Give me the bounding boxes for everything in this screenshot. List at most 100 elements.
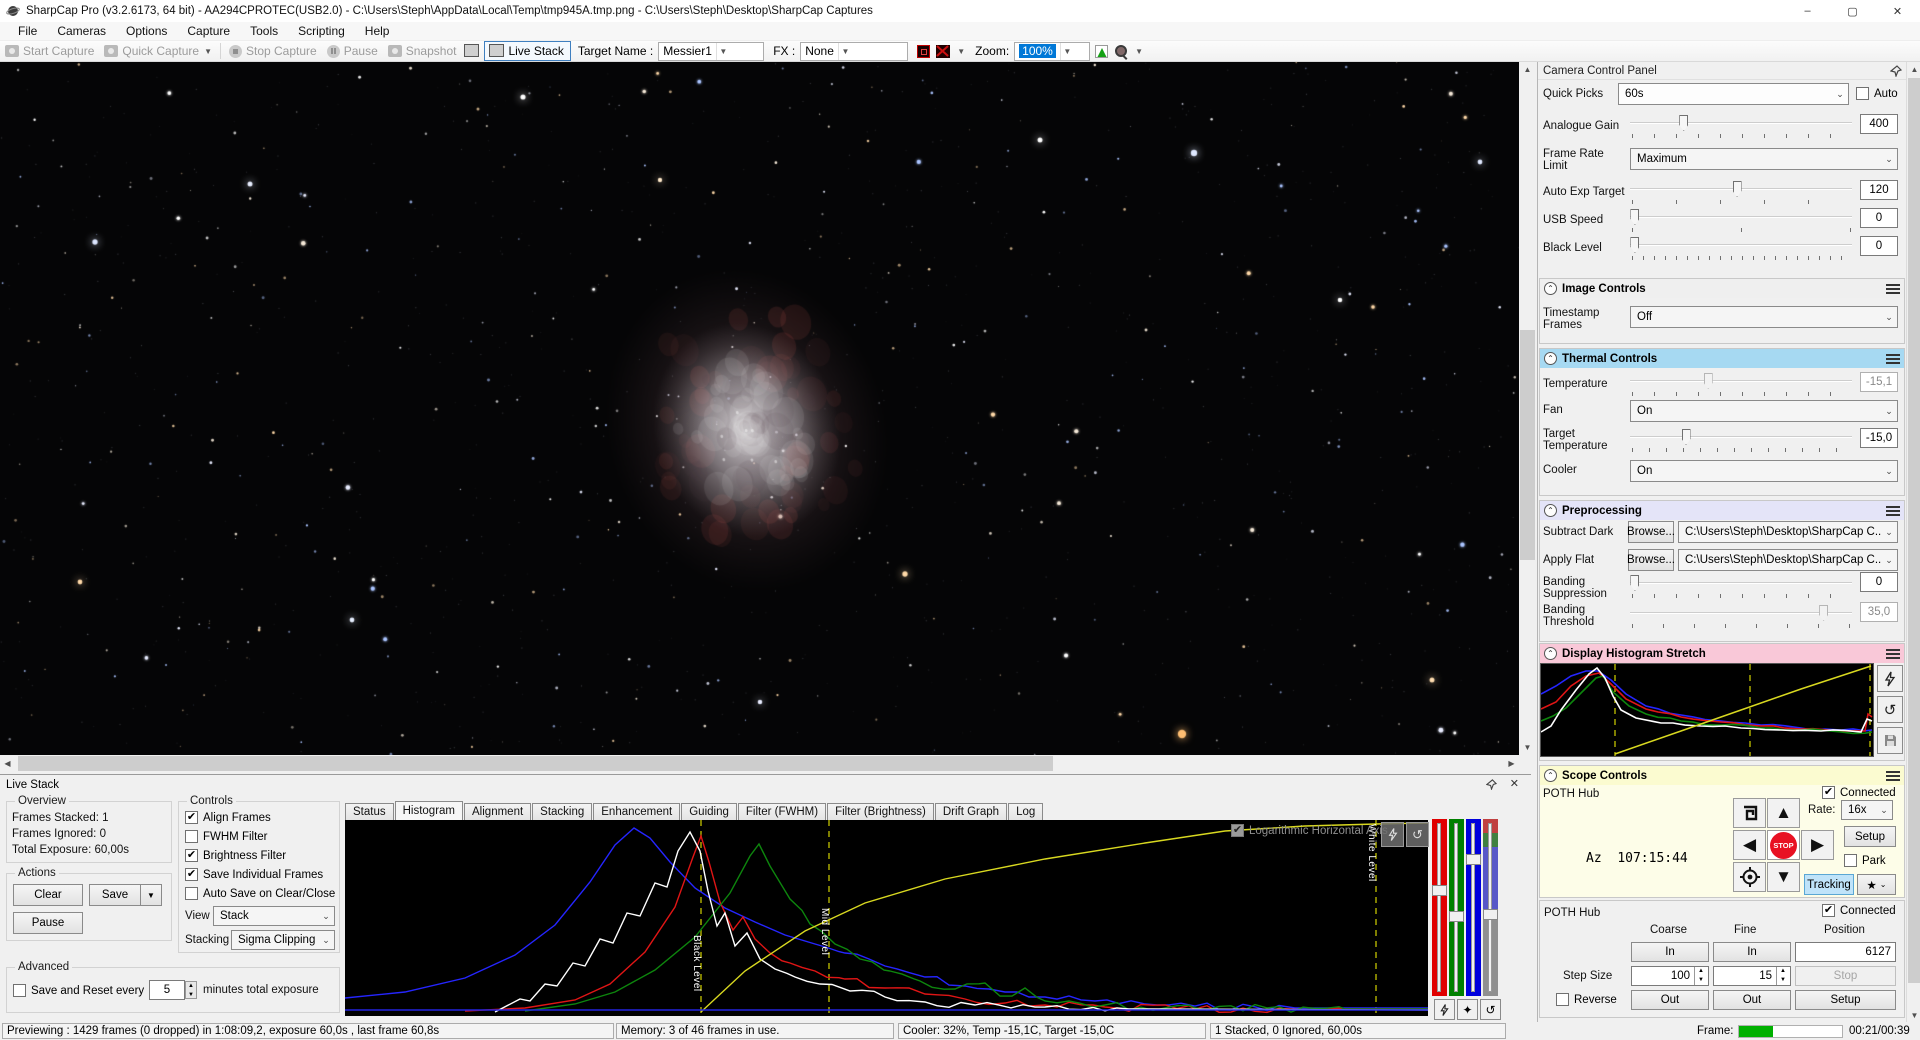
menu-file[interactable]: File	[8, 22, 47, 40]
browse-dark-button[interactable]: Browse...	[1627, 521, 1675, 543]
collapse-icon[interactable]: ⌃	[1544, 769, 1557, 782]
stop-capture-button[interactable]: Stop Capture	[224, 41, 322, 61]
browse-flat-button[interactable]: Browse...	[1627, 549, 1675, 571]
log-axis-row[interactable]: Logarithmic Horizontal Axis	[1231, 824, 1388, 837]
align-frames-row[interactable]: Align Frames	[185, 811, 271, 824]
live-stack-button[interactable]: Live Stack	[484, 41, 571, 61]
menu-help[interactable]: Help	[355, 22, 400, 40]
combined-level-thumb[interactable]	[1483, 909, 1498, 920]
section-menu-icon[interactable]	[1886, 283, 1900, 294]
combined-level-slider[interactable]	[1483, 819, 1498, 996]
spiral-search-button[interactable]	[1733, 798, 1766, 828]
dark-path-combo[interactable]: C:\Users\Steph\Desktop\SharpCap C... ⌄	[1678, 521, 1898, 543]
section-menu-icon[interactable]	[1886, 353, 1900, 364]
fine-out-button[interactable]: Out	[1713, 990, 1791, 1010]
slider-thumb[interactable]	[1630, 209, 1640, 225]
scope-connected-checkbox[interactable]	[1822, 786, 1835, 799]
rate-combo[interactable]: 16x ⌄	[1841, 800, 1893, 820]
image-vertical-scrollbar[interactable]: ▲ ▼	[1519, 62, 1536, 755]
reverse-checkbox[interactable]	[1556, 993, 1569, 1006]
coarse-step-updown[interactable]: ▲ ▼	[1694, 967, 1707, 985]
pin-icon[interactable]	[1486, 779, 1497, 790]
slew-up-button[interactable]: ▲	[1767, 798, 1800, 828]
coarse-out-button[interactable]: Out	[1631, 990, 1709, 1010]
coarse-in-button[interactable]: In	[1631, 942, 1709, 962]
panel-scrollbar[interactable]: ▲ ▼	[1906, 62, 1920, 1022]
image-controls-header[interactable]: ⌃ Image Controls	[1540, 279, 1904, 298]
section-menu-icon[interactable]	[1886, 505, 1900, 516]
slider-thumb[interactable]	[1630, 575, 1640, 591]
cooler-combo[interactable]: On ⌄	[1630, 460, 1898, 482]
scroll-down-icon[interactable]: ▼	[1519, 740, 1536, 755]
panel-scroll-thumb[interactable]	[1908, 78, 1920, 983]
clear-button[interactable]: Clear	[13, 884, 83, 906]
slew-down-button[interactable]: ▼	[1767, 862, 1800, 892]
save-individual-row[interactable]: Save Individual Frames	[185, 868, 323, 881]
save-reset-checkbox[interactable]	[13, 984, 26, 997]
minimize-button[interactable]: –	[1785, 0, 1830, 22]
auto-save-row[interactable]: Auto Save on Clear/Close	[185, 887, 335, 900]
collapse-icon[interactable]: ⌃	[1544, 352, 1557, 365]
menu-capture[interactable]: Capture	[177, 22, 240, 40]
close-panel-icon[interactable]: ✕	[1510, 777, 1519, 790]
target-center-button[interactable]	[1733, 862, 1766, 892]
tab-filter-fwhm[interactable]: Filter (FWHM)	[737, 803, 827, 820]
section-menu-icon[interactable]	[1886, 770, 1900, 781]
display-histogram-stretch-header[interactable]: ⌃ Display Histogram Stretch	[1540, 644, 1904, 663]
histogram-icon[interactable]	[1095, 44, 1109, 58]
slew-left-button[interactable]: ◀	[1733, 830, 1766, 860]
save-dropdown-button[interactable]: ▼	[140, 884, 162, 906]
tab-guiding[interactable]: Guiding	[681, 803, 737, 820]
histogram-stretch-graph[interactable]	[1540, 663, 1874, 757]
pause-stack-button[interactable]: Pause	[13, 912, 83, 934]
thermal-controls-header[interactable]: ⌃ Thermal Controls	[1540, 349, 1904, 368]
tab-alignment[interactable]: Alignment	[464, 803, 532, 820]
auto-stretch-button[interactable]	[1877, 665, 1903, 692]
slider-thumb[interactable]	[1679, 115, 1689, 131]
menu-scripting[interactable]: Scripting	[288, 22, 355, 40]
reset-stretch-button[interactable]: ↺	[1877, 696, 1903, 723]
scroll-left-icon[interactable]: ◀	[0, 755, 15, 772]
collapse-icon[interactable]: ⌃	[1544, 647, 1557, 660]
usb-speed-slider[interactable]	[1630, 208, 1852, 228]
stack-histogram[interactable]: Black Level Mid Level White Level Logari…	[344, 820, 1429, 1016]
focuser-setup-button[interactable]: Setup	[1795, 990, 1896, 1010]
clear-overlay-icon[interactable]	[936, 44, 951, 58]
green-level-slider[interactable]	[1449, 819, 1464, 996]
start-capture-button[interactable]: Start Capture	[0, 41, 99, 61]
tab-stacking[interactable]: Stacking	[532, 803, 593, 820]
fwhm-filter-checkbox[interactable]	[185, 830, 198, 843]
quick-picks-combo[interactable]: 60s ⌄	[1618, 83, 1849, 105]
maximize-button[interactable]: ▢	[1830, 0, 1875, 22]
folder-monitor-button[interactable]	[461, 41, 484, 61]
save-stretch-button[interactable]	[1877, 727, 1903, 754]
main-image-viewport[interactable]	[0, 62, 1519, 755]
slew-right-button[interactable]: ▶	[1801, 830, 1834, 860]
position-field[interactable]: 6127	[1795, 942, 1896, 962]
red-level-slider[interactable]	[1432, 819, 1447, 996]
brightness-filter-checkbox[interactable]	[185, 849, 198, 862]
red-level-thumb[interactable]	[1432, 885, 1447, 896]
black-level-value[interactable]: 0	[1860, 236, 1898, 256]
green-level-thumb[interactable]	[1449, 911, 1464, 922]
pause-button[interactable]: Pause	[322, 41, 383, 61]
auto-exp-slider[interactable]	[1630, 180, 1852, 200]
snapshot-button[interactable]: Snapshot	[383, 41, 462, 61]
save-button[interactable]: Save	[89, 884, 141, 906]
section-menu-icon[interactable]	[1886, 648, 1900, 659]
slider-thumb[interactable]	[1732, 181, 1742, 197]
banding-suppression-slider[interactable]	[1630, 574, 1852, 594]
scroll-down-icon[interactable]: ▼	[1907, 1008, 1920, 1022]
brightness-filter-row[interactable]: Brightness Filter	[185, 849, 286, 862]
focuser-connected-row[interactable]: Connected	[1822, 904, 1896, 917]
black-level-slider[interactable]	[1630, 236, 1852, 256]
image-horizontal-scrollbar[interactable]: ◀ ▶	[0, 755, 1537, 772]
tracking-rate-star-button[interactable]: ★ ⌄	[1857, 874, 1896, 895]
scope-connected-row[interactable]: Connected	[1822, 786, 1896, 799]
slider-thumb[interactable]	[1681, 429, 1691, 445]
collapse-icon[interactable]: ⌃	[1544, 504, 1557, 517]
collapse-icon[interactable]: ⌃	[1544, 282, 1557, 295]
preprocessing-header[interactable]: ⌃ Preprocessing	[1540, 501, 1904, 520]
focuser-stop-button[interactable]: Stop	[1795, 966, 1896, 986]
horizontal-scroll-thumb[interactable]	[18, 756, 1053, 771]
